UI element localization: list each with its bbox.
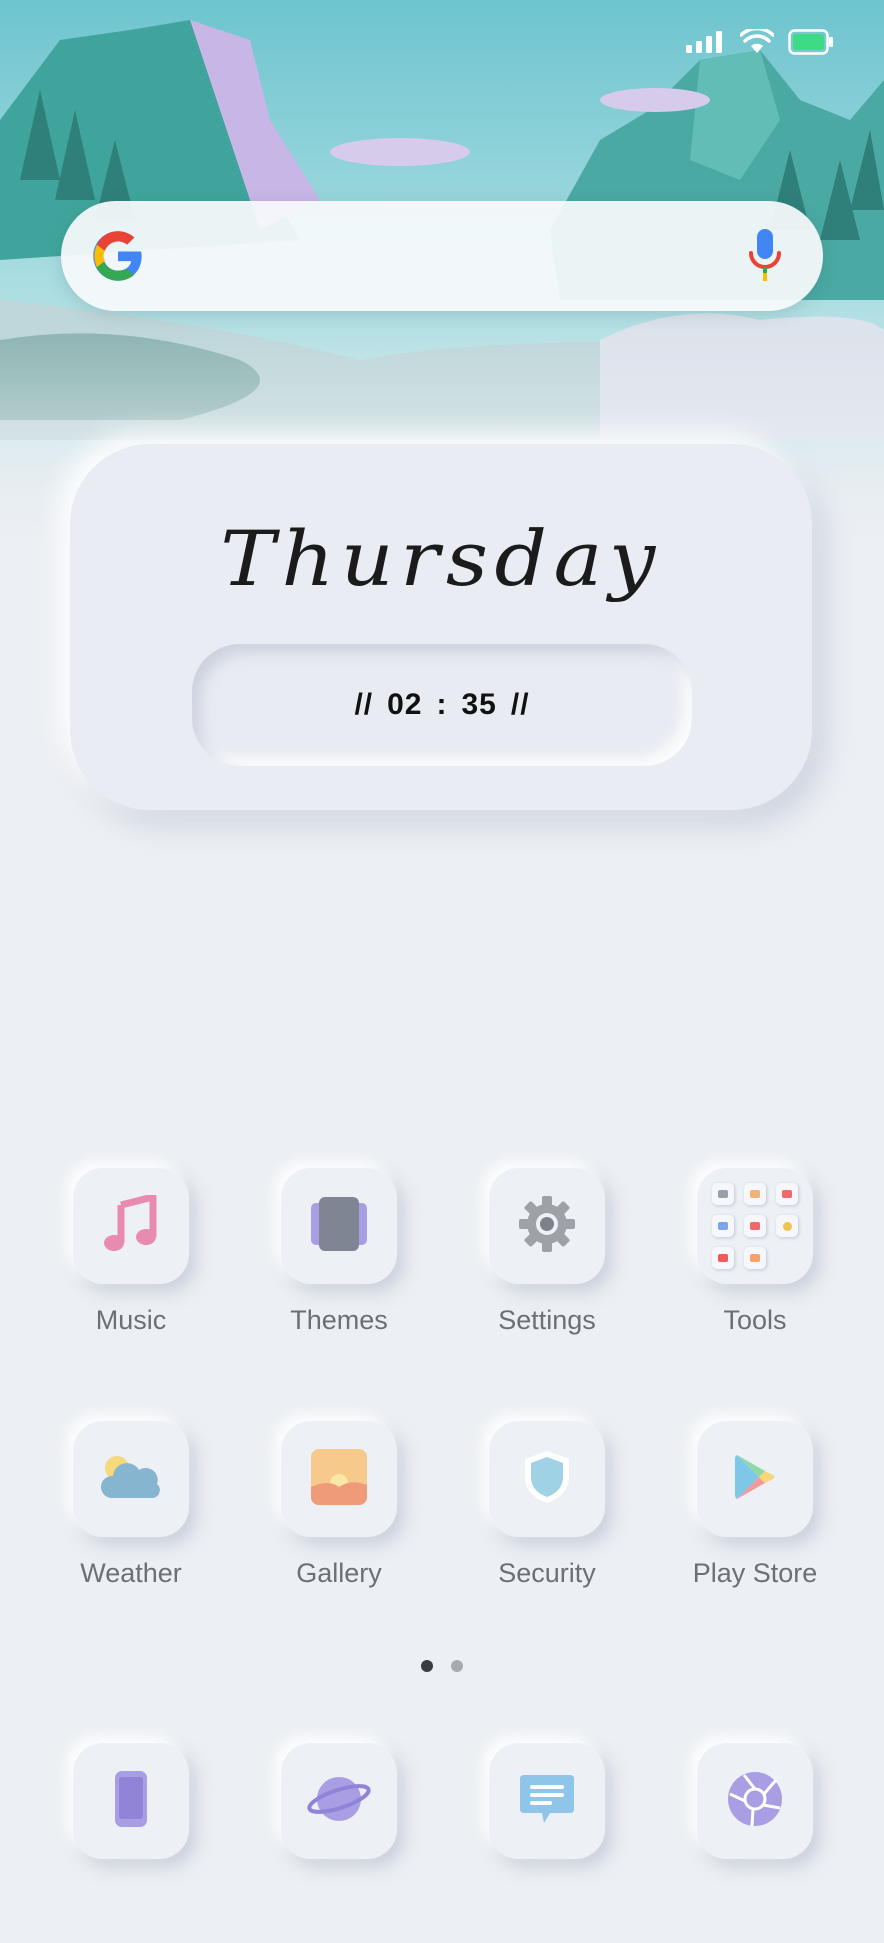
app-themes[interactable]: Themes bbox=[234, 1168, 444, 1368]
app-settings[interactable]: Settings bbox=[442, 1168, 652, 1368]
dock-messages[interactable] bbox=[442, 1743, 652, 1943]
app-tile[interactable] bbox=[281, 1168, 397, 1284]
time-minute: 35 bbox=[461, 688, 497, 721]
app-label: Settings bbox=[498, 1305, 596, 1335]
google-search-bar[interactable] bbox=[61, 201, 823, 311]
app-play-store[interactable]: Play Store bbox=[650, 1421, 860, 1621]
app-label: Themes bbox=[290, 1305, 388, 1335]
browser-planet-icon bbox=[307, 1772, 371, 1831]
clock-widget[interactable]: Thursday // 02 : 35 // bbox=[70, 444, 812, 810]
messages-icon bbox=[518, 1773, 576, 1830]
time-hour: 02 bbox=[387, 688, 423, 721]
app-tile[interactable] bbox=[73, 1168, 189, 1284]
app-tools-folder[interactable]: Tools bbox=[650, 1168, 860, 1368]
app-label: Play Store bbox=[692, 1558, 818, 1588]
battery-icon bbox=[788, 29, 834, 55]
time-display: // 02 : 35 // bbox=[192, 644, 692, 766]
music-note-icon bbox=[103, 1193, 159, 1258]
dock-browser[interactable] bbox=[234, 1743, 444, 1943]
wifi-icon bbox=[740, 29, 774, 55]
app-tile[interactable] bbox=[697, 1168, 813, 1284]
app-tile[interactable] bbox=[489, 1168, 605, 1284]
themes-icon bbox=[309, 1195, 369, 1258]
camera-shutter-icon bbox=[726, 1770, 784, 1833]
mic-icon[interactable] bbox=[747, 227, 783, 285]
dock-camera[interactable] bbox=[650, 1743, 860, 1943]
weather-cloud-icon bbox=[100, 1454, 161, 1505]
day-label: Thursday bbox=[220, 514, 662, 603]
time-suffix: // bbox=[510, 688, 530, 721]
app-tile[interactable] bbox=[73, 1743, 189, 1859]
page-indicator bbox=[0, 1660, 884, 1672]
gallery-icon bbox=[311, 1448, 367, 1510]
app-label: Tools bbox=[723, 1305, 787, 1335]
app-gallery[interactable]: Gallery bbox=[234, 1421, 444, 1621]
tools-folder-icon bbox=[712, 1183, 798, 1269]
app-tile[interactable] bbox=[697, 1743, 813, 1859]
phone-icon bbox=[114, 1770, 148, 1833]
app-label: Security bbox=[498, 1558, 596, 1588]
gear-icon bbox=[518, 1195, 576, 1258]
app-tile[interactable] bbox=[489, 1421, 605, 1537]
app-security[interactable]: Security bbox=[442, 1421, 652, 1621]
page-dot-active[interactable] bbox=[421, 1660, 433, 1672]
shield-icon bbox=[522, 1449, 572, 1510]
app-tile[interactable] bbox=[697, 1421, 813, 1537]
status-bar bbox=[686, 22, 834, 62]
app-weather[interactable]: Weather bbox=[26, 1421, 236, 1621]
app-label: Gallery bbox=[296, 1558, 382, 1588]
app-label: Weather bbox=[80, 1558, 182, 1588]
time-prefix: // bbox=[354, 688, 374, 721]
dock-phone[interactable] bbox=[26, 1743, 236, 1943]
app-tile[interactable] bbox=[281, 1421, 397, 1537]
time-separator: : bbox=[436, 688, 448, 721]
google-logo[interactable] bbox=[91, 229, 145, 283]
signal-icon bbox=[686, 31, 726, 53]
app-label: Music bbox=[95, 1305, 167, 1335]
page-dot[interactable] bbox=[451, 1660, 463, 1672]
app-tile[interactable] bbox=[489, 1743, 605, 1859]
app-tile[interactable] bbox=[73, 1421, 189, 1537]
play-store-icon bbox=[733, 1453, 777, 1506]
app-music[interactable]: Music bbox=[26, 1168, 236, 1368]
app-tile[interactable] bbox=[281, 1743, 397, 1859]
